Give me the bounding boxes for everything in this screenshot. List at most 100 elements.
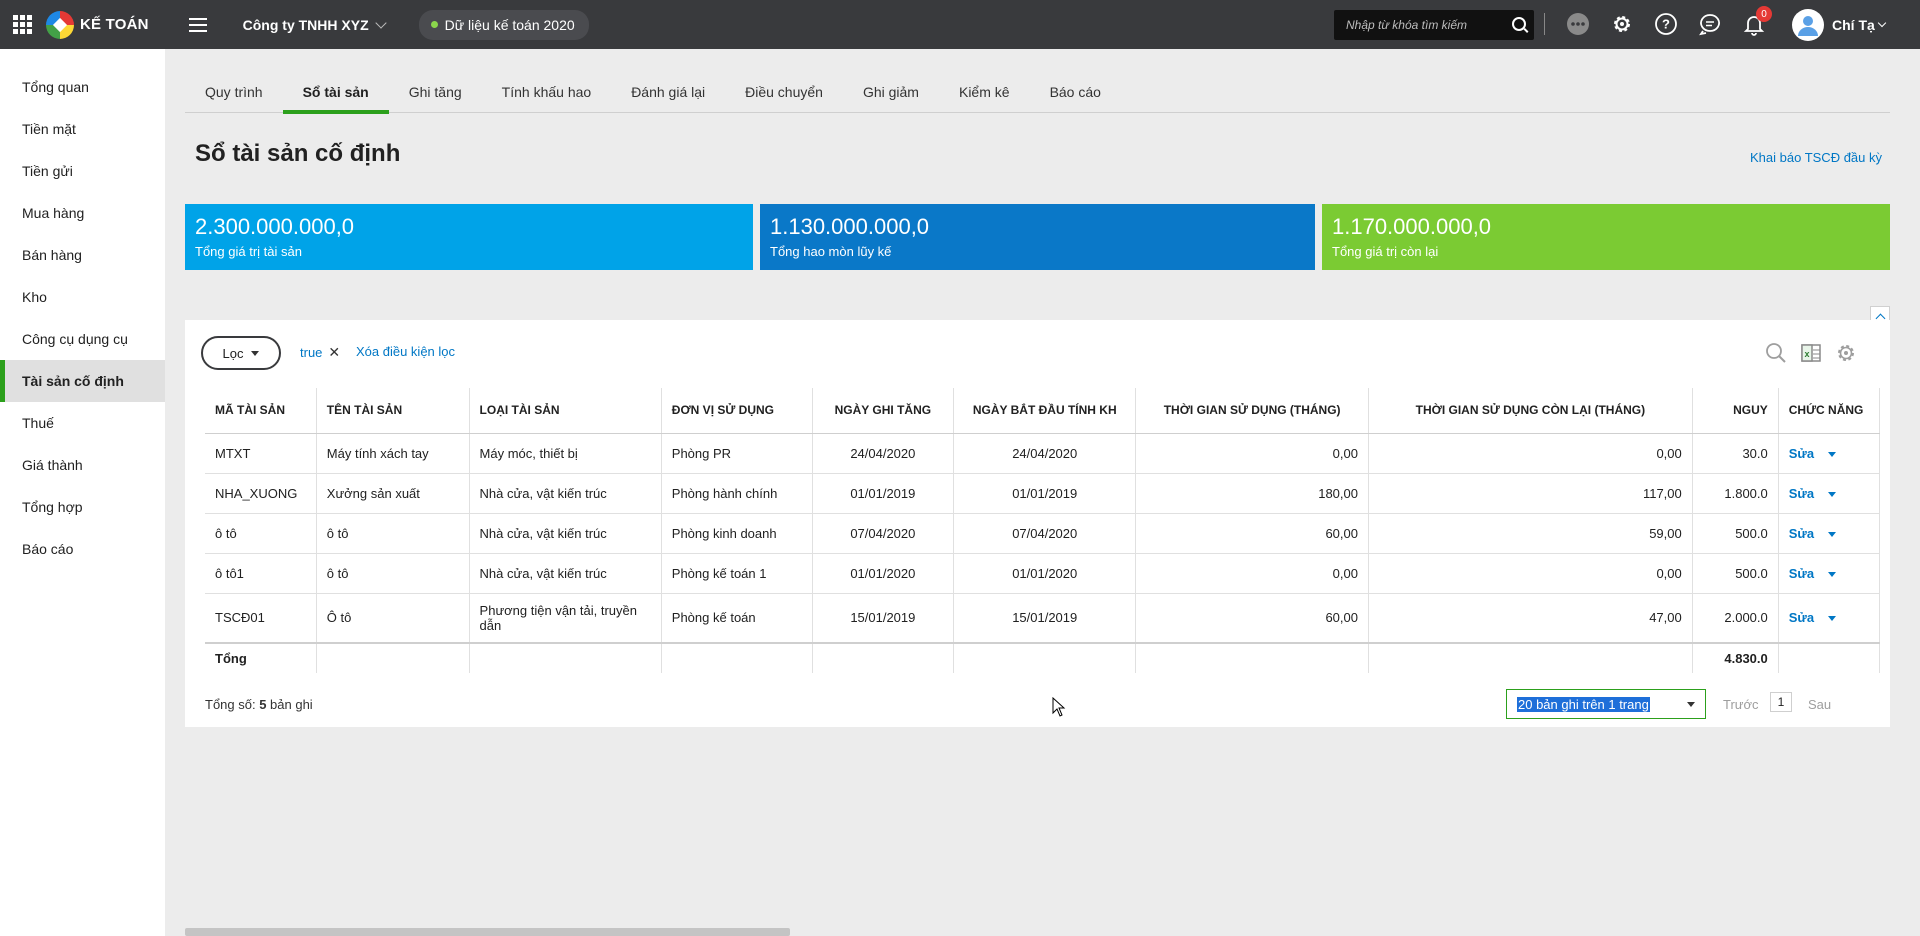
column-header[interactable]: TÊN TÀI SẢN (316, 388, 470, 434)
export-excel-icon[interactable]: x (1800, 342, 1822, 364)
company-selector[interactable]: Công ty TNHH XYZ (243, 17, 387, 33)
tab-dieu-chuyen[interactable]: Điều chuyển (725, 70, 843, 113)
tab-danh-gia-lai[interactable]: Đánh giá lại (611, 70, 725, 113)
row-menu-caret-icon[interactable] (1828, 531, 1837, 537)
hamburger-menu-icon[interactable] (188, 17, 207, 32)
tab-bao-cao[interactable]: Báo cáo (1030, 70, 1121, 113)
filter-chip-value: true (300, 345, 323, 360)
clear-filter-link[interactable]: Xóa điều kiện lọc (356, 344, 455, 359)
horizontal-scrollbar[interactable] (185, 928, 790, 936)
table-cell: Phòng PR (661, 433, 813, 474)
table-cell: 500.0 (1692, 553, 1779, 594)
total-cell (1778, 642, 1881, 673)
total-cell (316, 642, 470, 673)
caret-down-icon (1687, 702, 1695, 707)
more-icon[interactable] (1566, 12, 1590, 36)
sidebar-item-tien-mat[interactable]: Tiền mặt (0, 108, 165, 150)
tab-quy-trinh[interactable]: Quy trình (185, 70, 283, 113)
declare-opening-assets-link[interactable]: Khai báo TSCĐ đầu kỳ (1750, 150, 1882, 165)
edit-link[interactable]: Sửa (1789, 486, 1814, 501)
edit-link[interactable]: Sửa (1789, 566, 1814, 581)
settings-gear-icon[interactable] (1610, 12, 1634, 36)
row-menu-caret-icon[interactable] (1828, 616, 1837, 622)
table-cell: 07/04/2020 (812, 513, 955, 554)
table-cell: 24/04/2020 (953, 433, 1137, 474)
user-menu[interactable]: Chí Tạ (1792, 9, 1887, 41)
app-logo[interactable]: KẾ TOÁN (46, 10, 149, 39)
sidebar-item-thue[interactable]: Thuế (0, 402, 165, 444)
sidebar-item-gia-thanh[interactable]: Giá thành (0, 444, 165, 486)
tab-ghi-giam[interactable]: Ghi giảm (843, 70, 939, 113)
filter-button-label: Lọc (222, 345, 244, 361)
table-cell: 15/01/2019 (812, 593, 955, 644)
next-page-button[interactable]: Sau (1808, 697, 1831, 712)
table-cell: 15/01/2019 (953, 593, 1137, 644)
table-cell: 01/01/2020 (812, 553, 955, 594)
search-input[interactable] (1346, 18, 1506, 32)
table-cell: 2.000.0 (1692, 593, 1779, 644)
row-menu-caret-icon[interactable] (1828, 491, 1837, 497)
total-records-prefix: Tổng số: (205, 697, 260, 712)
remove-filter-icon[interactable]: ✕ (328, 344, 340, 361)
column-header[interactable]: ĐƠN VỊ SỬ DỤNG (661, 388, 813, 434)
table-settings-gear-icon[interactable] (1835, 342, 1857, 364)
tab-kiem-ke[interactable]: Kiểm kê (939, 70, 1030, 113)
table-row[interactable]: ô tô ô tô Nhà cửa, vật kiến trúc Phòng kinh… (205, 513, 1881, 554)
status-dot-icon (430, 21, 438, 28)
table-cell: 59,00 (1368, 513, 1693, 554)
table-cell: 30.0 (1692, 433, 1779, 474)
sidebar-item-ban-hang[interactable]: Bán hàng (0, 234, 165, 276)
column-header[interactable]: NGUY (1692, 388, 1779, 434)
edit-link[interactable]: Sửa (1789, 526, 1814, 541)
table-row[interactable]: ô tô1 ô tô Nhà cửa, vật kiến trúc Phòng kế … (205, 553, 1881, 594)
page-size-value: 20 bản ghi trên 1 trang (1517, 696, 1650, 712)
current-page-number[interactable]: 1 (1770, 692, 1792, 712)
column-header[interactable]: NGÀY GHI TĂNG (812, 388, 955, 434)
sidebar-item-kho[interactable]: Kho (0, 276, 165, 318)
column-header[interactable]: LOẠI TÀI SẢN (469, 388, 662, 434)
mouse-cursor-icon (1052, 697, 1066, 717)
apps-grid-icon[interactable] (0, 0, 44, 49)
table-search-icon[interactable] (1765, 342, 1787, 364)
column-header[interactable]: THỜI GIAN SỬ DỤNG CÒN LẠI (THÁNG) (1368, 388, 1693, 434)
tab-so-tai-san[interactable]: Sổ tài sản (282, 70, 389, 114)
kpi-label: Tổng giá trị tài sản (195, 244, 302, 259)
table-row[interactable]: NHA_XUONG Xưởng sản xuất Nhà cửa, vật kiến… (205, 473, 1881, 514)
table-row[interactable]: TSCĐ01 Ô tô Phương tiện vận tải, truyền dẫ… (205, 593, 1881, 644)
asset-table: MÃ TÀI SẢN TÊN TÀI SẢN LOẠI TÀI SẢN ĐƠN VỊ … (205, 388, 1881, 673)
table-cell: Nhà cửa, vật kiến trúc (469, 473, 662, 514)
table-cell: 0,00 (1368, 433, 1693, 474)
row-actions: Sửa (1778, 593, 1881, 644)
sidebar-item-cong-cu-dung-cu[interactable]: Công cụ dụng cụ (0, 318, 165, 360)
sidebar-item-bao-cao[interactable]: Báo cáo (0, 528, 165, 570)
notification-bell-icon[interactable]: 0 (1742, 6, 1772, 36)
column-header[interactable]: THỜI GIAN SỬ DỤNG (THÁNG) (1135, 388, 1369, 434)
table-cell: 01/01/2019 (953, 473, 1137, 514)
column-header[interactable]: NGÀY BẮT ĐẦU TÍNH KH (953, 388, 1137, 434)
prev-page-button[interactable]: Trước (1723, 697, 1759, 712)
edit-link[interactable]: Sửa (1789, 610, 1814, 625)
notification-badge: 0 (1756, 6, 1772, 22)
sidebar-item-tien-gui[interactable]: Tiền gửi (0, 150, 165, 192)
sidebar-item-mua-hang[interactable]: Mua hàng (0, 192, 165, 234)
edit-link[interactable]: Sửa (1789, 446, 1814, 461)
search-icon[interactable] (1512, 17, 1526, 31)
row-menu-caret-icon[interactable] (1828, 451, 1837, 457)
tab-tinh-khau-hao[interactable]: Tính khấu hao (482, 70, 612, 113)
tab-ghi-tang[interactable]: Ghi tăng (389, 70, 482, 113)
sidebar-item-tong-hop[interactable]: Tổng hợp (0, 486, 165, 528)
logo-icon (46, 10, 74, 39)
filter-button[interactable]: Lọc (201, 336, 281, 370)
table-cell: 1.800.0 (1692, 473, 1779, 514)
row-menu-caret-icon[interactable] (1828, 571, 1837, 577)
sidebar-item-tong-quan[interactable]: Tổng quan (0, 66, 165, 108)
help-icon[interactable]: ? (1654, 12, 1678, 36)
column-header[interactable]: MÃ TÀI SẢN (205, 388, 317, 434)
chat-icon[interactable] (1698, 12, 1722, 36)
table-cell: ô tô (316, 513, 470, 554)
table-row[interactable]: MTXT Máy tính xách tay Máy móc, thiết bị Ph… (205, 433, 1881, 474)
column-header[interactable]: CHỨC NĂNG (1778, 388, 1881, 434)
dataset-selector[interactable]: Dữ liệu kế toán 2020 (418, 9, 589, 40)
page-size-select[interactable]: 20 bản ghi trên 1 trang (1506, 689, 1706, 719)
sidebar-item-tai-san-co-dinh[interactable]: Tài sản cố định (0, 360, 165, 402)
